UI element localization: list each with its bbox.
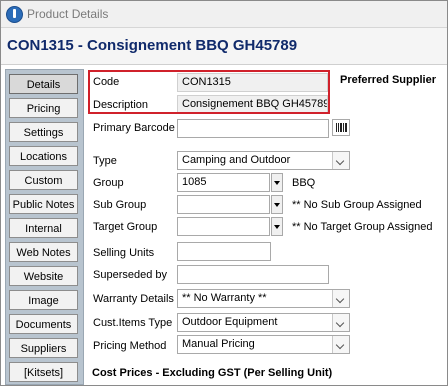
primary-barcode-label: Primary Barcode <box>93 122 175 134</box>
chevron-down-icon[interactable] <box>332 290 349 307</box>
cost-prices-heading: Cost Prices - Excluding GST (Per Selling… <box>92 367 333 379</box>
chevron-down-icon[interactable] <box>332 152 349 169</box>
sidebar-item-documents[interactable]: Documents <box>9 314 78 334</box>
target-group-description: ** No Target Group Assigned <box>292 221 433 233</box>
warranty-value: ** No Warranty ** <box>182 292 267 304</box>
sidebar-item-image[interactable]: Image <box>9 290 78 310</box>
cust-items-type-select[interactable]: Outdoor Equipment <box>177 313 350 332</box>
sidebar-nav: Details Pricing Settings Locations Custo… <box>5 69 84 385</box>
sidebar-item-settings[interactable]: Settings <box>9 122 78 142</box>
warranty-details-label: Warranty Details <box>93 293 174 305</box>
preferred-supplier-label: Preferred Supplier <box>340 74 436 86</box>
page-title: CON1315 - Consignement BBQ GH45789 <box>7 37 298 54</box>
highlight-box <box>88 70 330 114</box>
pricing-method-select[interactable]: Manual Pricing <box>177 335 350 354</box>
target-group-input[interactable] <box>177 217 270 236</box>
type-select[interactable]: Camping and Outdoor <box>177 151 350 170</box>
sidebar-item-website[interactable]: Website <box>9 266 78 286</box>
chevron-down-icon[interactable] <box>332 314 349 331</box>
details-form: Code CON1315 Description Consignement BB… <box>86 69 447 385</box>
type-value: Camping and Outdoor <box>182 154 291 166</box>
target-group-label: Target Group <box>93 221 158 233</box>
sidebar-item-public-notes[interactable]: Public Notes <box>9 194 78 214</box>
group-input[interactable]: 1085 <box>177 173 270 192</box>
heading-bar: CON1315 - Consignement BBQ GH45789 <box>1 28 447 65</box>
group-label: Group <box>93 177 124 189</box>
group-dropdown-arrow-icon[interactable] <box>271 173 283 192</box>
type-label: Type <box>93 155 117 167</box>
chevron-down-icon[interactable] <box>332 336 349 353</box>
superseded-by-input[interactable] <box>177 265 329 284</box>
sidebar-item-locations[interactable]: Locations <box>9 146 78 166</box>
window-title: Product Details <box>27 7 109 21</box>
superseded-by-label: Superseded by <box>93 269 167 281</box>
product-details-window: Product Details CON1315 - Consignement B… <box>0 0 448 386</box>
title-bar: Product Details <box>1 1 447 28</box>
sidebar-item-suppliers[interactable]: Suppliers <box>9 338 78 358</box>
cust-items-type-label: Cust.Items Type <box>93 317 173 329</box>
cust-items-type-value: Outdoor Equipment <box>182 316 278 328</box>
sub-group-description: ** No Sub Group Assigned <box>292 199 422 211</box>
target-group-dropdown-arrow-icon[interactable] <box>271 217 283 236</box>
group-description: BBQ <box>292 177 316 189</box>
selling-units-input[interactable] <box>177 242 271 261</box>
sidebar-item-kitsets[interactable]: [Kitsets] <box>9 362 78 382</box>
app-power-icon <box>6 6 23 23</box>
sidebar-item-web-notes[interactable]: Web Notes <box>9 242 78 262</box>
sub-group-dropdown-arrow-icon[interactable] <box>271 195 283 214</box>
warranty-select[interactable]: ** No Warranty ** <box>177 289 350 308</box>
sidebar-item-pricing[interactable]: Pricing <box>9 98 78 118</box>
sidebar-item-internal-notes[interactable]: Internal Notes <box>9 218 78 255</box>
sidebar-item-details[interactable]: Details <box>9 74 78 94</box>
pricing-method-label: Pricing Method <box>93 340 167 352</box>
pricing-method-value: Manual Pricing <box>182 338 255 350</box>
barcode-icon[interactable] <box>332 119 350 136</box>
sub-group-label: Sub Group <box>93 199 147 211</box>
sidebar-item-custom-fields[interactable]: Custom Fields <box>9 170 78 207</box>
sub-group-input[interactable] <box>177 195 270 214</box>
selling-units-label: Selling Units <box>93 247 155 259</box>
primary-barcode-input[interactable] <box>177 119 329 138</box>
